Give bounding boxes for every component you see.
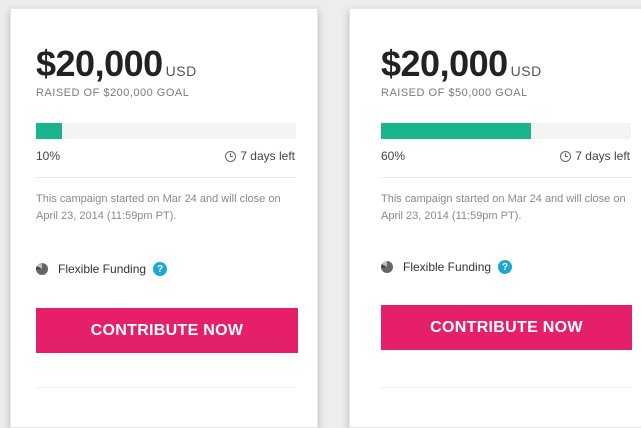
pie-chart-icon: [36, 263, 48, 275]
currency-label: USD: [510, 63, 542, 79]
campaign-description: This campaign started on Mar 24 and will…: [36, 193, 281, 222]
percent-funded: 60%: [381, 149, 406, 163]
time-remaining: 7 days left: [560, 149, 630, 163]
divider: [36, 177, 296, 178]
percent-funded: 10%: [36, 149, 61, 163]
funding-type: Flexible Funding ?: [381, 260, 513, 274]
funding-type-label: Flexible Funding: [403, 260, 492, 274]
contribute-now-button[interactable]: CONTRIBUTE NOW: [381, 305, 632, 350]
clock-icon: [560, 150, 572, 162]
campaign-description: This campaign started on Mar 24 and will…: [381, 193, 626, 222]
goal-text: RAISED OF $50,000 GOAL: [381, 87, 528, 99]
goal-text: RAISED OF $200,000 GOAL: [36, 87, 190, 99]
funding-type-label: Flexible Funding: [58, 262, 147, 276]
progress-bar: [381, 123, 631, 139]
funding-amount: $20,000 USD: [36, 43, 197, 85]
clock-icon: [225, 150, 237, 162]
progress-fill: [36, 123, 62, 139]
time-left-label: 7 days left: [575, 149, 630, 163]
campaign-card: $20,000 USD RAISED OF $200,000 GOAL 10% 7…: [10, 8, 318, 428]
time-remaining: 7 days left: [225, 149, 295, 163]
divider: [381, 387, 631, 388]
amount-raised: $20,000: [36, 43, 163, 84]
amount-raised: $20,000: [381, 43, 508, 84]
help-icon[interactable]: ?: [153, 262, 168, 276]
time-left-label: 7 days left: [240, 149, 295, 163]
funding-amount: $20,000 USD: [381, 43, 542, 85]
help-icon[interactable]: ?: [498, 260, 513, 274]
contribute-now-button[interactable]: CONTRIBUTE NOW: [36, 308, 298, 353]
progress-fill: [381, 123, 531, 139]
pie-chart-icon: [381, 261, 393, 273]
campaign-card: $20,000 USD RAISED OF $50,000 GOAL 60% 7 …: [349, 8, 641, 428]
progress-bar: [36, 123, 296, 139]
divider: [36, 387, 296, 388]
funding-type: Flexible Funding ?: [36, 262, 168, 276]
divider: [381, 177, 631, 178]
currency-label: USD: [165, 63, 197, 79]
